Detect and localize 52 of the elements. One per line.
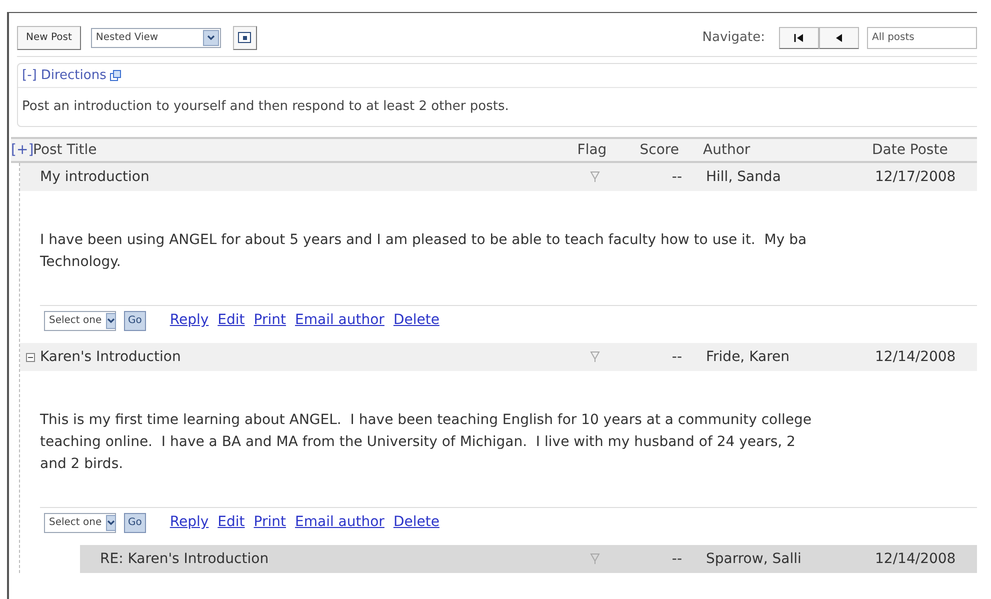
action-link[interactable]: Print bbox=[254, 310, 286, 331]
post-body: This is my first time learning about ANGEL. I have been teaching English for 10 years at a community college teaching online. I have a BA and MA from the University of Michigan. I live with my husband of 24 years, 2 and 2 birds. bbox=[40, 411, 812, 474]
author-cell-text: Sparrow, Salli bbox=[705, 550, 802, 568]
action-select[interactable]: Select one bbox=[44, 310, 116, 330]
column-header[interactable]: Flag bbox=[557, 140, 627, 160]
post-title[interactable]: Karen's Introduction bbox=[40, 346, 560, 368]
action-link[interactable]: Reply bbox=[170, 310, 209, 331]
collapse-toggle[interactable]: [-] bbox=[22, 66, 37, 86]
column-header[interactable]: Date Poste bbox=[872, 140, 948, 160]
post-row[interactable]: Karen's Introduction -- Fride, Karen 12/14/2008 bbox=[20, 343, 977, 371]
window-icon[interactable] bbox=[232, 26, 257, 50]
action-link[interactable]: Print bbox=[254, 512, 286, 533]
column-header[interactable]: Score bbox=[627, 140, 687, 160]
new-post-button[interactable]: New Post bbox=[17, 26, 81, 50]
action-link[interactable]: Email author bbox=[295, 310, 384, 331]
popout-icon[interactable] bbox=[110, 70, 122, 81]
author-cell-text: Fride, Karen bbox=[705, 348, 791, 366]
go-button[interactable]: Go bbox=[124, 512, 146, 532]
go-button[interactable]: Go bbox=[124, 310, 146, 330]
author-cell-text: Hill, Sanda bbox=[705, 168, 782, 186]
date-cell-text: 12/14/2008 bbox=[875, 348, 956, 366]
action-link[interactable]: Reply bbox=[170, 512, 209, 533]
column-header[interactable]: Author bbox=[687, 140, 872, 160]
score-cell-text: -- bbox=[670, 348, 683, 366]
post-title[interactable]: RE: Karen's Introduction bbox=[100, 548, 560, 570]
action-link[interactable]: Email author bbox=[295, 512, 384, 533]
directions-title: Directions bbox=[40, 66, 106, 85]
date-cell-text: 12/14/2008 bbox=[875, 550, 956, 568]
caret-icon bbox=[106, 312, 116, 328]
post-row[interactable]: My introduction -- Hill, Sanda 12/17/2008 bbox=[20, 163, 977, 191]
directions-text: Post an introduction to yourself and then respond to at least 2 other posts. bbox=[21, 98, 510, 116]
action-link[interactable]: Edit bbox=[218, 512, 245, 533]
action-link[interactable]: Delete bbox=[393, 512, 440, 533]
caret-icon bbox=[106, 514, 116, 530]
score-cell-text: -- bbox=[670, 550, 683, 568]
collapse-icon[interactable] bbox=[26, 352, 34, 362]
filter-select[interactable]: All posts bbox=[867, 26, 977, 48]
view-select[interactable]: Nested View bbox=[90, 28, 221, 48]
action-link[interactable]: Edit bbox=[218, 310, 245, 331]
score-cell-text: -- bbox=[670, 168, 683, 186]
caret-icon bbox=[202, 30, 219, 46]
post-row[interactable]: RE: Karen's Introduction -- Sparrow, Salli 12/14/2008 bbox=[80, 545, 977, 573]
column-header[interactable]: Post Title bbox=[33, 140, 557, 160]
date-cell-text: 12/17/2008 bbox=[875, 168, 956, 186]
post-title[interactable]: My introduction bbox=[40, 166, 560, 188]
post-body: I have been using ANGEL for about 5 years and I am pleased to be able to teach faculty how to use it. My ba Technology. bbox=[40, 231, 808, 272]
action-link[interactable]: Delete bbox=[393, 310, 440, 331]
expand-all-toggle[interactable]: [+] bbox=[11, 140, 33, 160]
first-post-icon[interactable] bbox=[779, 26, 819, 48]
previous-post-icon[interactable] bbox=[819, 26, 859, 48]
action-select[interactable]: Select one bbox=[44, 512, 116, 532]
navigate-label: Navigate: bbox=[702, 28, 765, 47]
